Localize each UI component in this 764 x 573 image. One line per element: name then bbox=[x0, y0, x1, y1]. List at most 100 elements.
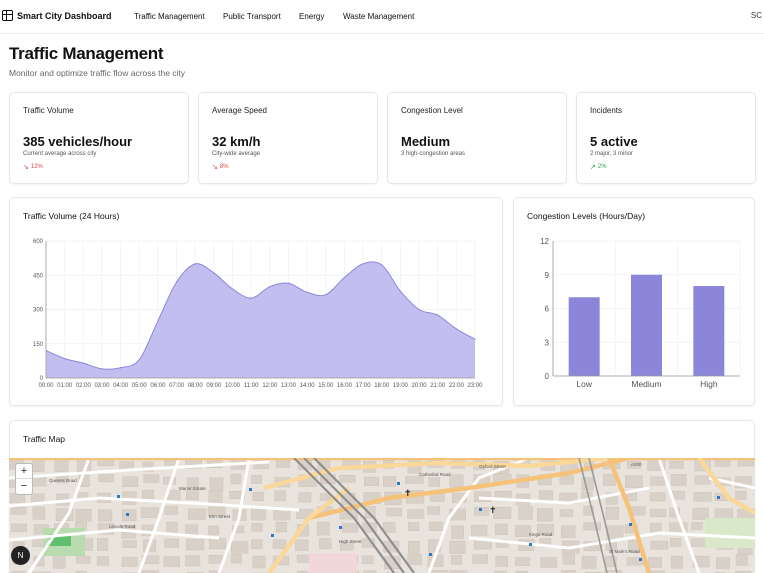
map-building bbox=[693, 492, 712, 502]
map-building bbox=[186, 490, 199, 500]
map-building bbox=[98, 474, 114, 483]
map-building bbox=[209, 477, 224, 491]
zoom-in-button[interactable]: + bbox=[16, 464, 32, 479]
nav-energy[interactable]: Energy bbox=[299, 12, 324, 21]
y-tick-label-4: 600 bbox=[33, 239, 44, 245]
map-building bbox=[75, 509, 92, 522]
map-building bbox=[408, 541, 420, 554]
map-building bbox=[650, 476, 665, 486]
map-bus-stop-icon bbox=[717, 496, 720, 499]
map-building bbox=[670, 555, 683, 569]
x-tick-label-8: 08:00 bbox=[188, 383, 204, 389]
brand[interactable]: Smart City Dashboard bbox=[2, 10, 112, 21]
stat-value: 385 vehicles/hour bbox=[23, 134, 133, 149]
map-building bbox=[96, 556, 109, 566]
zoom-out-button[interactable]: − bbox=[16, 479, 32, 494]
map-building bbox=[735, 554, 748, 566]
map-building bbox=[605, 506, 619, 520]
data-point-3 bbox=[101, 368, 103, 370]
y-tick-label-2: 6 bbox=[545, 305, 550, 314]
x-tick-label-11: 11:00 bbox=[244, 383, 259, 389]
map-building bbox=[494, 490, 512, 499]
map-street-label-1: Manor Estate bbox=[179, 486, 206, 491]
map-building bbox=[649, 492, 666, 502]
traffic-volume-card: Traffic Volume (24 Hours) 0 150 300 450 600 0… bbox=[9, 197, 503, 406]
map-building bbox=[251, 507, 266, 521]
map-building bbox=[449, 474, 464, 488]
map-district bbox=[309, 553, 357, 573]
map-building bbox=[98, 509, 113, 522]
x-tick-label-0: Low bbox=[576, 379, 592, 389]
top-navigation-bar: Smart City Dashboard Traffic Management … bbox=[0, 0, 764, 34]
map-building bbox=[316, 521, 330, 536]
map-building bbox=[691, 522, 703, 531]
compass-button[interactable]: N bbox=[11, 546, 30, 565]
map-building bbox=[185, 524, 198, 536]
map-building bbox=[164, 505, 178, 515]
map-bus-stop-icon bbox=[271, 534, 274, 537]
x-tick-label-2: 02:00 bbox=[76, 383, 92, 389]
stat-card-congestion-level: Congestion Level Medium 3 high-congestio… bbox=[387, 92, 567, 184]
map-building bbox=[428, 477, 440, 487]
data-point-22 bbox=[455, 328, 457, 330]
map-building bbox=[515, 557, 530, 567]
nav-public-transport[interactable]: Public Transport bbox=[223, 12, 281, 21]
map-bus-stop-icon bbox=[249, 488, 252, 491]
map-building bbox=[407, 509, 425, 519]
stat-trend: ↘ 12% bbox=[23, 163, 43, 171]
x-tick-label-5: 05:00 bbox=[132, 383, 148, 389]
map-building bbox=[361, 555, 374, 565]
map-church-icon: ✝ bbox=[489, 505, 497, 515]
stat-trend: ↘ 8% bbox=[212, 163, 229, 171]
y-tick-label-1: 3 bbox=[545, 338, 550, 347]
map-building bbox=[540, 557, 557, 568]
y-tick-label-4: 12 bbox=[540, 237, 549, 246]
user-avatar[interactable]: SC bbox=[751, 11, 762, 20]
map-street-label-7: A200 bbox=[631, 462, 642, 467]
stat-card-average-speed: Average Speed 32 km/h City-wide average … bbox=[198, 92, 378, 184]
map-building bbox=[121, 556, 138, 567]
map-tiles[interactable]: ✝ ✝ Lincoln Road Manor Estate Queens Road Cat… bbox=[9, 458, 755, 573]
map-building bbox=[606, 525, 624, 538]
map-building bbox=[429, 521, 443, 531]
map-building bbox=[121, 509, 137, 522]
map-bus-stop-icon bbox=[529, 543, 532, 546]
traffic-volume-chart: 0 150 300 450 600 00:00 01:00 02:00 03:00 04:00 05… bbox=[33, 239, 483, 389]
map-building bbox=[562, 553, 576, 565]
map-building bbox=[472, 554, 488, 564]
map-building bbox=[715, 557, 730, 569]
map-building bbox=[275, 458, 291, 468]
map-building bbox=[251, 539, 263, 549]
map-building bbox=[295, 539, 309, 551]
x-tick-label-9: 09:00 bbox=[206, 383, 222, 389]
map-building bbox=[32, 506, 45, 520]
map-bus-stop-icon bbox=[117, 495, 120, 498]
bar-low bbox=[568, 297, 600, 376]
map-building bbox=[186, 539, 205, 551]
map-building bbox=[473, 491, 492, 502]
data-point-14 bbox=[306, 291, 308, 293]
nav-traffic-management[interactable]: Traffic Management bbox=[134, 12, 205, 21]
map-building bbox=[187, 508, 206, 520]
data-point-11 bbox=[250, 297, 252, 299]
map-building bbox=[451, 555, 462, 565]
map-street-label-0: Lincoln Road bbox=[109, 524, 136, 529]
map-building bbox=[407, 554, 422, 565]
map-building bbox=[383, 522, 396, 533]
map-building bbox=[559, 509, 574, 517]
map-building bbox=[163, 556, 180, 567]
nav-waste-management[interactable]: Waste Management bbox=[343, 12, 414, 21]
map-building bbox=[252, 555, 266, 569]
congestion-levels-card: Congestion Levels (Hours/Day) 0 3 6 9 12 Low M… bbox=[513, 197, 755, 406]
data-point-12 bbox=[269, 286, 271, 288]
data-point-8 bbox=[194, 263, 196, 265]
map-building bbox=[671, 474, 687, 486]
data-point-1 bbox=[64, 357, 66, 360]
map-building bbox=[341, 523, 358, 533]
map-street-label-6: St Mark's Road bbox=[609, 549, 640, 554]
map-building bbox=[252, 491, 264, 501]
stat-label: Congestion Level bbox=[401, 106, 463, 115]
data-point-23 bbox=[474, 338, 476, 340]
traffic-map[interactable]: ✝ ✝ Lincoln Road Manor Estate Queens Road Cat… bbox=[9, 458, 755, 573]
map-building bbox=[140, 507, 160, 518]
